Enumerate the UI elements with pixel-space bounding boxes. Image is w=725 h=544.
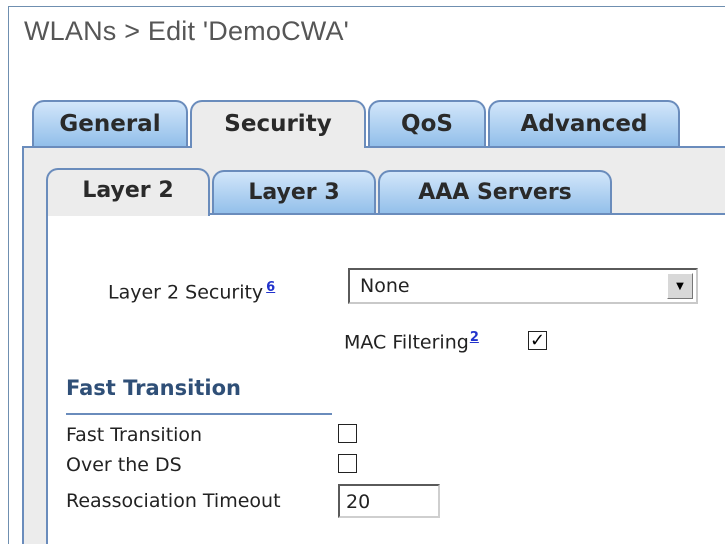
checkmark-icon: ✓ bbox=[529, 330, 546, 351]
fast-transition-checkbox[interactable] bbox=[338, 424, 357, 443]
page-title: WLANs > Edit 'DemoCWA' bbox=[24, 16, 350, 46]
fast-transition-label: Fast Transition bbox=[66, 424, 203, 446]
subtab-layer3[interactable]: Layer 3 bbox=[212, 170, 376, 216]
reassociation-timeout-input[interactable]: 20 bbox=[338, 484, 440, 518]
mac-filtering-row: MAC Filtering2 bbox=[344, 330, 479, 353]
reassociation-timeout-label: Reassociation Timeout bbox=[66, 490, 281, 512]
subtab-aaa-servers[interactable]: AAA Servers bbox=[378, 170, 612, 216]
layer2-security-value: None bbox=[360, 275, 410, 297]
tab-security[interactable]: Security bbox=[190, 100, 366, 148]
layer2-security-label: Layer 2 Security bbox=[108, 281, 264, 304]
over-the-ds-checkbox[interactable] bbox=[338, 454, 357, 473]
dropdown-arrow-icon[interactable]: ▼ bbox=[667, 273, 693, 299]
mac-filtering-checkbox[interactable]: ✓ bbox=[528, 331, 547, 350]
subtab-layer2[interactable]: Layer 2 bbox=[46, 168, 210, 216]
layer2-security-footnote-link[interactable]: 6 bbox=[266, 280, 275, 295]
section-divider bbox=[66, 413, 332, 415]
layer2-security-select[interactable]: None ▼ bbox=[348, 268, 698, 304]
layer2-security-row: Layer 2 Security 6 bbox=[108, 280, 275, 303]
tab-advanced[interactable]: Advanced bbox=[488, 100, 680, 148]
mac-filtering-label: MAC Filtering bbox=[344, 331, 469, 354]
tab-qos[interactable]: QoS bbox=[368, 100, 486, 148]
tab-general[interactable]: General bbox=[32, 100, 188, 148]
fast-transition-heading: Fast Transition bbox=[66, 376, 241, 400]
over-the-ds-label: Over the DS bbox=[66, 454, 182, 476]
mac-filtering-footnote-link[interactable]: 2 bbox=[470, 330, 479, 345]
